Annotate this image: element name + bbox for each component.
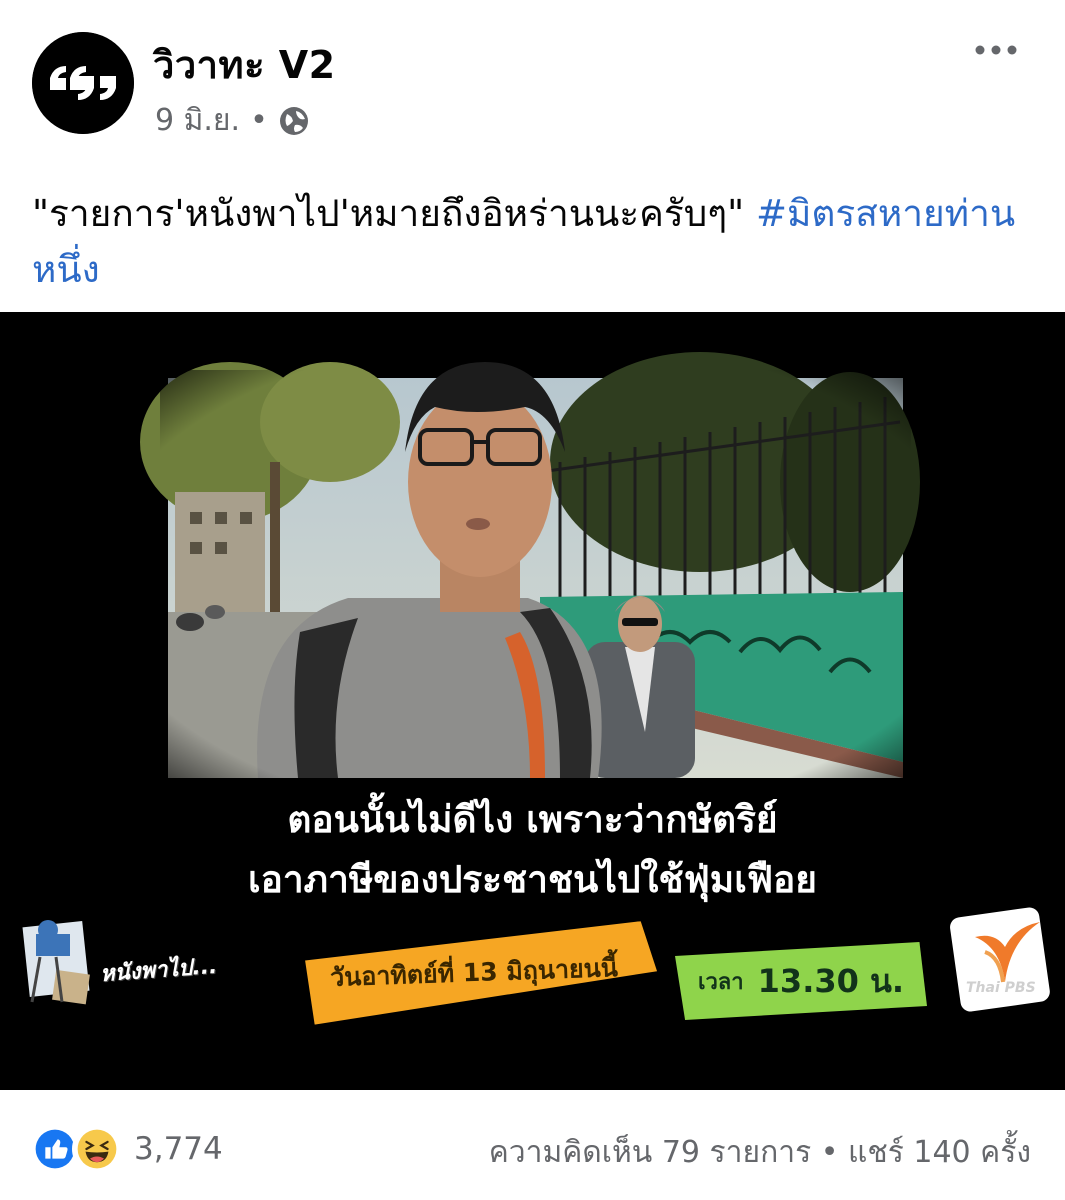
quote-logo-icon [32, 32, 134, 134]
air-time-label: เวลา [697, 969, 744, 995]
shares-count-link[interactable]: แชร์ 140 ครั้ง [848, 1135, 1031, 1170]
show-mascot-icon [22, 920, 90, 1005]
reactions-summary[interactable]: 3,774 [30, 1124, 223, 1174]
subtitle-line-1: ตอนนั้นไม่ดีไง เพราะว่ากษัตริย์ [287, 798, 778, 841]
meta-separator: • [250, 103, 268, 138]
reaction-count: 3,774 [134, 1131, 223, 1167]
more-options-button[interactable] [974, 40, 1018, 60]
air-time-banner: เวลา 13.30 น. [675, 942, 927, 1020]
thai-pbs-logo-icon [950, 907, 1050, 1012]
page-name-link[interactable]: วิวาทะ V2 [153, 34, 336, 95]
subtitle-line-2: เอาภาษีของประชาชนไปใช้ฟุ่มเฟือย [248, 858, 817, 901]
comments-count-link[interactable]: ความคิดเห็น 79 รายการ [489, 1135, 812, 1170]
channel-logo-text: Thai PBS [966, 980, 1036, 996]
facebook-post: วิวาทะ V2 9 มิ.ย. • "รายการ'หนังพาไป'หมา… [0, 0, 1065, 1200]
air-date-banner: วันอาทิตย์ที่ 13 มิถุนายนนี้ [290, 921, 659, 1026]
page-avatar[interactable] [32, 32, 134, 134]
engagement-stats: ความคิดเห็น 79 รายการ • แชร์ 140 ครั้ง [489, 1129, 1031, 1176]
post-meta: 9 มิ.ย. • [155, 97, 310, 144]
post-caption: "รายการ'หนังพาไป'หมายถึงอิหร่านนะครับๆ" … [32, 186, 1022, 298]
stats-separator: • [820, 1135, 839, 1170]
haha-icon [72, 1124, 122, 1174]
caption-text: "รายการ'หนังพาไป'หมายถึงอิหร่านนะครับๆ" [32, 192, 756, 235]
post-date[interactable]: 9 มิ.ย. [155, 97, 240, 144]
post-image[interactable]: ตอนนั้นไม่ดีไง เพราะว่ากษัตริย์ เอาภาษีข… [0, 312, 1065, 1090]
air-time-value: 13.30 น. [757, 961, 905, 1000]
more-horizontal-icon [975, 45, 1017, 55]
globe-icon [278, 105, 310, 137]
